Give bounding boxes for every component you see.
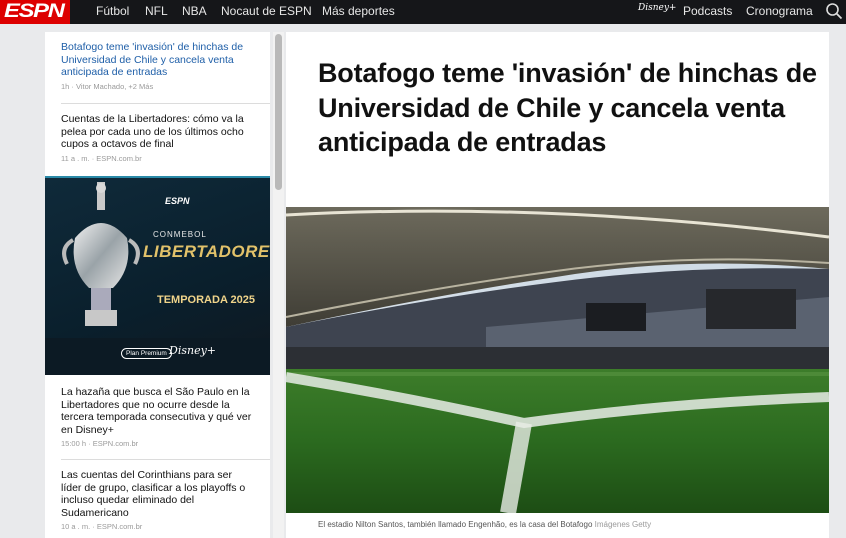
sidebar-story[interactable]: Cuentas de la Libertadores: cómo va la p… [45,113,270,163]
sidebar-story[interactable]: La hazaña que busca el São Paulo en la L… [45,386,270,448]
disney-plus-icon[interactable]: Disney+ [638,3,676,21]
nav-nocaut[interactable]: Nocaut de ESPN [221,4,312,18]
nav-futbol[interactable]: Fútbol [96,4,129,18]
related-stories-sidebar: Botafogo teme 'invasión' de hinchas de U… [45,32,270,538]
espn-logo[interactable]: ESPN [0,0,70,24]
story-meta: 11 a . m. · ESPN.com.br [61,153,142,163]
story-meta: 10 a . m. · ESPN.com.br [61,522,143,531]
sidebar-story[interactable]: Las cuentas del Corinthians para ser líd… [45,469,270,531]
photo-credit: Imágenes Getty [594,520,652,529]
scrollbar-thumb[interactable] [275,34,282,190]
ad-plan-premium: Plan Premium [121,348,172,359]
photo-caption: El estadio Nilton Santos, también llamad… [318,520,652,529]
divider [61,103,270,104]
story-title[interactable]: Las cuentas del Corinthians para ser líd… [61,469,254,519]
nav-cronograma[interactable]: Cronograma [746,4,813,18]
ad-libertadores: LIBERTADORES [143,242,270,261]
trophy-icon [62,182,140,326]
story-meta: 1h · Vitor Machado, +2 Más [61,81,154,91]
ad-season: TEMPORADA 2025 [157,294,256,306]
top-navigation-bar: ESPN Fútbol NFL NBA Nocaut de ESPN Más d… [0,0,846,24]
nav-podcasts[interactable]: Podcasts [683,4,732,18]
sidebar-story[interactable]: Botafogo teme 'invasión' de hinchas de U… [45,41,270,91]
ad-conmebol: CONMEBOL [153,230,207,239]
article-headline: Botafogo teme 'invasión' de hinchas de U… [318,58,817,157]
nav-nfl[interactable]: NFL [145,4,168,18]
libertadores-ad-banner[interactable]: ESPN CONMEBOL LIBERTADORES TEMPORADA 202… [45,176,270,375]
article-main: Botafogo teme 'invasión' de hinchas de U… [286,32,829,538]
ad-espn-logo: ESPN [165,196,190,206]
nav-mas-deportes[interactable]: Más deportes [322,4,395,18]
stadium-photo [286,207,829,513]
story-meta: 15:00 h · ESPN.com.br [61,439,139,448]
sidebar-scrollbar[interactable] [273,32,284,538]
story-title[interactable]: Cuentas de la Libertadores: cómo va la p… [61,113,254,151]
nav-nba[interactable]: NBA [182,4,207,18]
ad-disney-plus: Disney+ [169,344,217,357]
search-icon[interactable] [825,2,843,20]
divider [61,459,270,460]
story-title[interactable]: La hazaña que busca el São Paulo en la L… [61,386,254,436]
story-title[interactable]: Botafogo teme 'invasión' de hinchas de U… [61,41,254,79]
